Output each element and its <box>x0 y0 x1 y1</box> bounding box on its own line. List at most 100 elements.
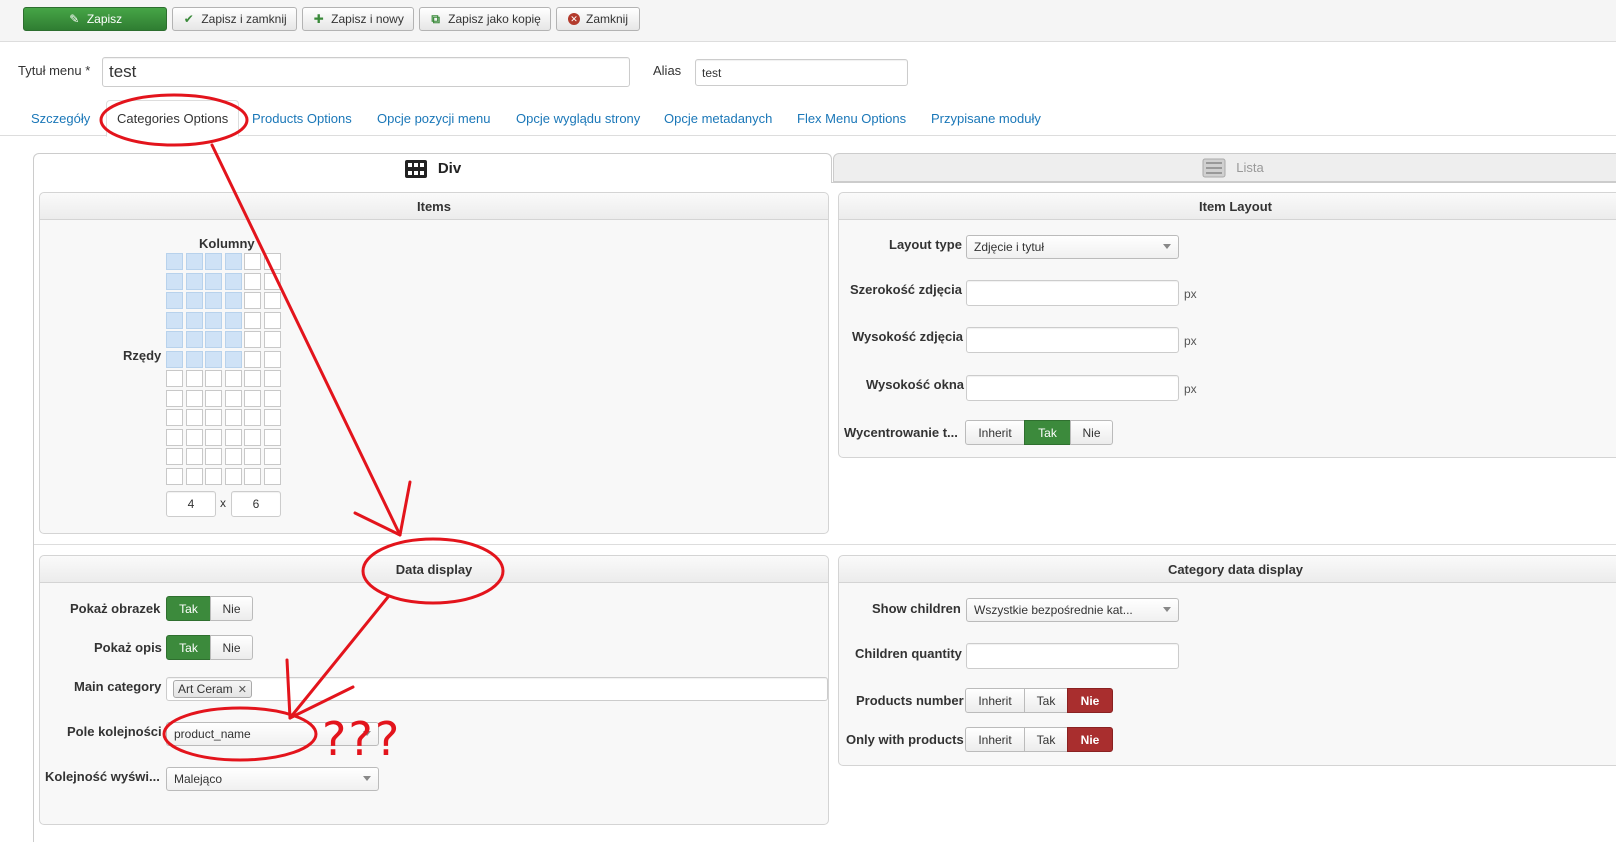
image-width-input[interactable] <box>966 280 1179 306</box>
layout-tab-div[interactable]: Div <box>33 153 832 183</box>
grid-cell[interactable] <box>166 331 183 348</box>
centering-no-button[interactable]: Nie <box>1070 420 1113 445</box>
tab-flex-menu-options[interactable]: Flex Menu Options <box>797 111 906 126</box>
columns-input[interactable]: 4 <box>166 491 216 517</box>
grid-cell[interactable] <box>185 370 203 387</box>
grid-cell[interactable] <box>224 272 242 290</box>
grid-cell[interactable] <box>244 448 261 465</box>
save-close-button[interactable]: ✔ Zapisz i zamknij <box>172 7 297 31</box>
grid-cell[interactable] <box>244 331 261 348</box>
grid-cell[interactable] <box>205 253 222 270</box>
grid-cell[interactable] <box>205 370 222 387</box>
grid-cell[interactable] <box>205 331 222 348</box>
grid-cell[interactable] <box>166 292 183 309</box>
save-copy-button[interactable]: ⧉ Zapisz jako kopię <box>419 7 551 31</box>
grid-cell[interactable] <box>224 253 242 270</box>
grid-cell[interactable] <box>185 409 203 426</box>
grid-cell[interactable] <box>205 350 222 368</box>
grid-cell[interactable] <box>205 292 222 309</box>
grid-cell[interactable] <box>244 292 261 309</box>
main-category-input[interactable] <box>166 677 828 701</box>
grid-cell[interactable] <box>185 311 203 329</box>
grid-cell[interactable] <box>185 448 203 465</box>
order-direction-select[interactable]: Malejąco <box>166 767 379 791</box>
grid-cell[interactable] <box>205 448 222 465</box>
grid-cell[interactable] <box>166 350 183 368</box>
grid-cell[interactable] <box>166 467 183 485</box>
grid-cell[interactable] <box>244 272 261 290</box>
grid-cell[interactable] <box>263 350 281 368</box>
tab-details[interactable]: Szczegóły <box>31 111 90 126</box>
grid-cell[interactable] <box>205 272 222 290</box>
remove-icon[interactable]: ✕ <box>238 683 247 696</box>
grid-cell[interactable] <box>263 331 281 348</box>
grid-cell[interactable] <box>205 311 222 329</box>
grid-cell[interactable] <box>244 409 261 426</box>
grid-cell[interactable] <box>185 389 203 407</box>
show-description-yes-button[interactable]: Tak <box>166 635 211 660</box>
grid-cell[interactable] <box>244 253 261 270</box>
only-with-products-no-button[interactable]: Nie <box>1067 727 1113 752</box>
layout-type-select[interactable]: Zdjęcie i tytuł <box>966 235 1179 259</box>
grid-cell[interactable] <box>166 389 183 407</box>
grid-cell[interactable] <box>185 428 203 446</box>
grid-cell[interactable] <box>263 389 281 407</box>
grid-cell[interactable] <box>224 370 242 387</box>
grid-cell[interactable] <box>244 311 261 329</box>
products-number-inherit-button[interactable]: Inherit <box>965 688 1025 713</box>
grid-cell[interactable] <box>224 350 242 368</box>
grid-cell[interactable] <box>185 350 203 368</box>
grid-cell[interactable] <box>224 389 242 407</box>
grid-cell[interactable] <box>166 409 183 426</box>
grid-cell[interactable] <box>244 428 261 446</box>
grid-cell[interactable] <box>166 428 183 446</box>
grid-cell[interactable] <box>224 331 242 348</box>
show-description-no-button[interactable]: Nie <box>210 635 253 660</box>
grid-cell[interactable] <box>205 409 222 426</box>
centering-yes-button[interactable]: Tak <box>1024 420 1071 445</box>
grid-cell[interactable] <box>185 331 203 348</box>
image-height-input[interactable] <box>966 327 1179 353</box>
grid-cell[interactable] <box>185 467 203 485</box>
grid-cell[interactable] <box>166 370 183 387</box>
show-children-select[interactable]: Wszystkie bezpośrednie kat... <box>966 598 1179 622</box>
grid-cell[interactable] <box>224 409 242 426</box>
grid-cell[interactable] <box>263 253 281 270</box>
show-image-no-button[interactable]: Nie <box>210 596 253 621</box>
grid-cell[interactable] <box>263 292 281 309</box>
grid-cell[interactable] <box>205 467 222 485</box>
grid-cell[interactable] <box>244 467 261 485</box>
layout-tab-list[interactable]: Lista <box>833 153 1616 182</box>
grid-cell[interactable] <box>263 467 281 485</box>
only-with-products-inherit-button[interactable]: Inherit <box>965 727 1025 752</box>
order-field-select[interactable]: product_name <box>166 722 379 746</box>
grid-cell[interactable] <box>224 292 242 309</box>
grid-cell[interactable] <box>244 389 261 407</box>
save-new-button[interactable]: ✚ Zapisz i nowy <box>302 7 414 31</box>
grid-cell[interactable] <box>263 448 281 465</box>
grid-cell[interactable] <box>224 428 242 446</box>
grid-cell[interactable] <box>205 389 222 407</box>
children-quantity-input[interactable] <box>966 643 1179 669</box>
grid-cell[interactable] <box>224 448 242 465</box>
grid-cell[interactable] <box>166 448 183 465</box>
grid-cell[interactable] <box>166 311 183 329</box>
tab-metadata-options[interactable]: Opcje metadanych <box>664 111 772 126</box>
grid-cell[interactable] <box>224 311 242 329</box>
window-height-input[interactable] <box>966 375 1179 401</box>
grid-cell[interactable] <box>166 272 183 290</box>
grid-cell[interactable] <box>263 311 281 329</box>
only-with-products-yes-button[interactable]: Tak <box>1024 727 1068 752</box>
title-input[interactable]: test <box>102 57 630 87</box>
grid-cell[interactable] <box>263 409 281 426</box>
grid-cell[interactable] <box>244 370 261 387</box>
products-number-yes-button[interactable]: Tak <box>1024 688 1068 713</box>
grid-cell[interactable] <box>166 253 183 270</box>
show-image-yes-button[interactable]: Tak <box>166 596 211 621</box>
centering-inherit-button[interactable]: Inherit <box>965 420 1025 445</box>
grid-cell[interactable] <box>185 272 203 290</box>
grid-cell[interactable] <box>263 370 281 387</box>
rows-input[interactable]: 6 <box>231 491 281 517</box>
grid-cell[interactable] <box>224 467 242 485</box>
close-button[interactable]: ✕ Zamknij <box>556 7 640 31</box>
